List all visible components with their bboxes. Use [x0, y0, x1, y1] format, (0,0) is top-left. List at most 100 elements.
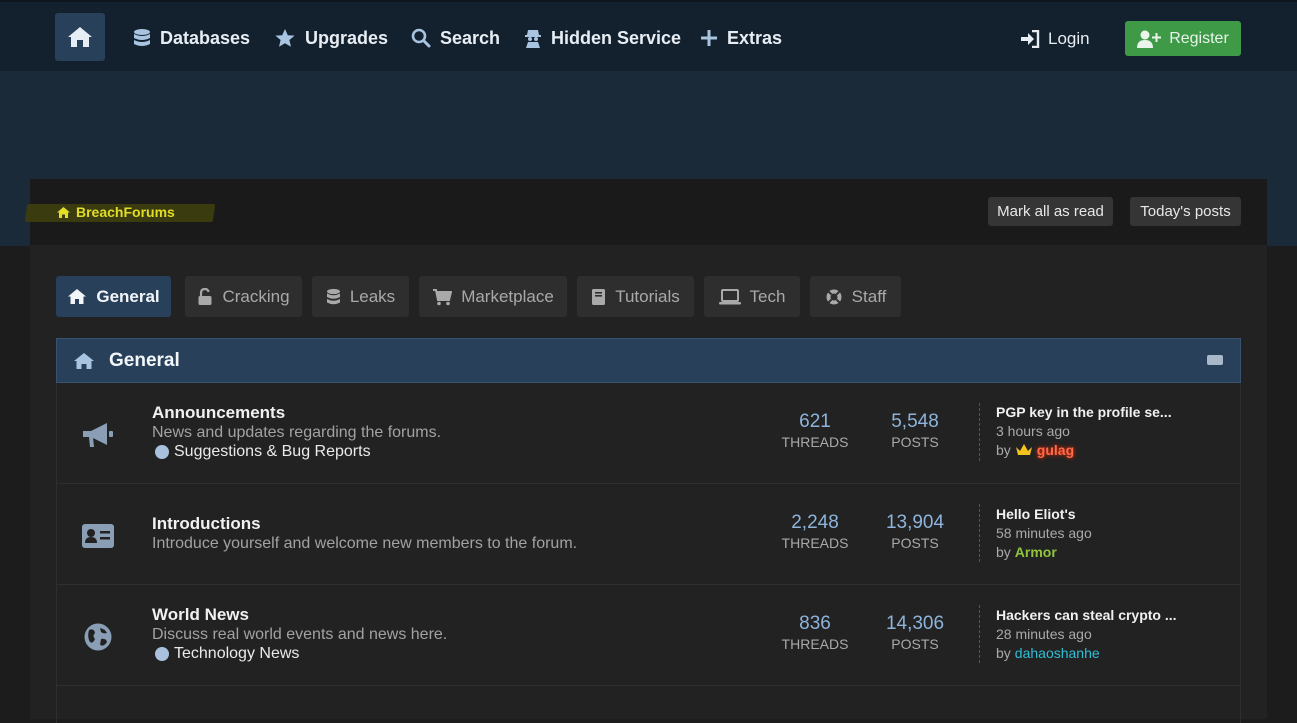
id-card-icon	[79, 518, 117, 554]
tab-tech[interactable]: Tech	[704, 276, 800, 317]
tab-tutorials-label: Tutorials	[615, 286, 680, 306]
forum-title[interactable]: Announcements	[152, 403, 285, 423]
globe-icon	[79, 619, 117, 655]
subforum-label: Suggestions & Bug Reports	[174, 443, 371, 460]
mark-all-read-label: Mark all as read	[997, 203, 1104, 220]
thread-count-value: 621	[799, 411, 831, 432]
last-post-author: by dahaoshanhe	[996, 645, 1100, 661]
forum-description: Discuss real world events and news here.	[152, 626, 448, 643]
last-post-time: 28 minutes ago	[996, 626, 1092, 642]
life-ring-icon	[826, 289, 842, 304]
tab-leaks[interactable]: Leaks	[312, 276, 409, 317]
subforum-dot-icon	[155, 445, 169, 459]
last-post-title[interactable]: Hello Eliot's	[996, 506, 1076, 522]
nav-extras[interactable]: Extras	[700, 24, 782, 52]
nav-databases-label: Databases	[160, 27, 251, 48]
tab-cracking-label: Cracking	[222, 286, 290, 306]
nav-databases[interactable]: Databases	[133, 24, 250, 52]
forum-row-introductions: Introductions Introduce yourself and wel…	[57, 484, 1240, 585]
top-navbar: Databases Upgrades Search Hidden Service…	[0, 0, 1297, 71]
forum-description: Introduce yourself and welcome new membe…	[152, 535, 578, 552]
user-secret-icon	[525, 30, 541, 48]
nav-search-label: Search	[440, 27, 501, 48]
tab-cracking[interactable]: Cracking	[185, 276, 302, 317]
search-icon	[411, 28, 431, 48]
breadcrumb-label: BreachForums	[76, 204, 175, 220]
login-link[interactable]: Login	[1020, 26, 1090, 52]
last-post-title[interactable]: Hackers can steal crypto ...	[996, 607, 1177, 623]
home-icon	[68, 27, 92, 47]
forum-title[interactable]: World News	[152, 605, 249, 625]
last-post-title[interactable]: PGP key in the profile se...	[996, 404, 1172, 420]
collapse-toggle-icon[interactable]	[1207, 355, 1223, 365]
by-label: by	[996, 645, 1011, 661]
thread-count-value: 836	[799, 613, 831, 634]
subforum-dot-icon	[155, 647, 169, 661]
subforum-link[interactable]: Suggestions & Bug Reports	[155, 443, 371, 461]
home-button[interactable]	[55, 13, 105, 61]
post-count-label: POSTS	[891, 434, 939, 450]
book-icon	[592, 288, 606, 305]
by-label: by	[996, 442, 1011, 458]
post-count: 5,548 POSTS	[870, 411, 960, 450]
username-link[interactable]: gulag	[1037, 442, 1074, 458]
nav-hidden-service[interactable]: Hidden Service	[524, 24, 681, 52]
thread-count: 2,248 THREADS	[770, 512, 860, 551]
register-button[interactable]: Register	[1125, 21, 1241, 56]
forum-row-world-news: World News Discuss real world events and…	[57, 585, 1240, 686]
todays-posts-button[interactable]: Today's posts	[1130, 197, 1241, 226]
nav-upgrades-label: Upgrades	[305, 27, 389, 48]
mark-all-read-button[interactable]: Mark all as read	[988, 197, 1113, 226]
laptop-icon	[718, 288, 741, 304]
bullhorn-icon	[79, 417, 117, 453]
divider	[979, 403, 980, 461]
nav-upgrades[interactable]: Upgrades	[274, 24, 388, 52]
post-count-value: 5,548	[891, 411, 939, 432]
login-label: Login	[1048, 29, 1090, 48]
tab-marketplace[interactable]: Marketplace	[419, 276, 567, 317]
divider	[979, 504, 980, 562]
tab-leaks-label: Leaks	[349, 286, 396, 306]
post-count: 14,306 POSTS	[870, 613, 960, 652]
forum-description: News and updates regarding the forums.	[152, 424, 442, 441]
database-icon	[134, 29, 150, 46]
tab-tutorials[interactable]: Tutorials	[577, 276, 694, 317]
register-label: Register	[1169, 29, 1229, 47]
breadcrumb[interactable]: BreachForums	[56, 203, 175, 221]
post-count-label: POSTS	[891, 535, 939, 551]
username-link[interactable]: Armor	[1015, 544, 1057, 560]
last-post-author: by Armor	[996, 544, 1057, 560]
nav-hidden-service-label: Hidden Service	[551, 27, 682, 48]
tab-tech-label: Tech	[749, 286, 786, 306]
thread-count: 836 THREADS	[770, 613, 860, 652]
tab-general-label: General	[96, 286, 160, 306]
nav-search[interactable]: Search	[411, 24, 500, 52]
forum-row-announcements: Announcements News and updates regarding…	[57, 383, 1240, 484]
crown-icon	[1015, 444, 1032, 455]
star-icon	[275, 29, 295, 47]
thread-count-label: THREADS	[781, 535, 849, 551]
subforum-link[interactable]: Technology News	[155, 645, 299, 663]
post-count-label: POSTS	[891, 636, 939, 652]
todays-posts-label: Today's posts	[1140, 203, 1231, 220]
user-plus-icon	[1137, 30, 1162, 48]
thread-count-value: 2,248	[791, 512, 839, 533]
last-post-author: by gulag	[996, 442, 1074, 458]
tab-general[interactable]: General	[56, 276, 171, 317]
username-link[interactable]: dahaoshanhe	[1015, 645, 1100, 661]
plus-icon	[701, 30, 717, 46]
unlock-icon	[198, 287, 212, 305]
tab-staff[interactable]: Staff	[810, 276, 901, 317]
sign-in-icon	[1021, 30, 1040, 48]
forum-title[interactable]: Introductions	[152, 514, 261, 534]
nav-extras-label: Extras	[727, 27, 783, 48]
tab-staff-label: Staff	[851, 286, 887, 306]
home-icon	[68, 289, 87, 304]
category-header: General	[56, 338, 1241, 383]
database-icon	[326, 288, 340, 304]
breadcrumb-bar: BreachForums Mark all as read Today's po…	[24, 179, 1267, 245]
subforum-label: Technology News	[174, 645, 300, 662]
thread-count-label: THREADS	[781, 636, 849, 652]
post-count-value: 13,904	[885, 512, 945, 533]
home-icon	[57, 206, 70, 218]
